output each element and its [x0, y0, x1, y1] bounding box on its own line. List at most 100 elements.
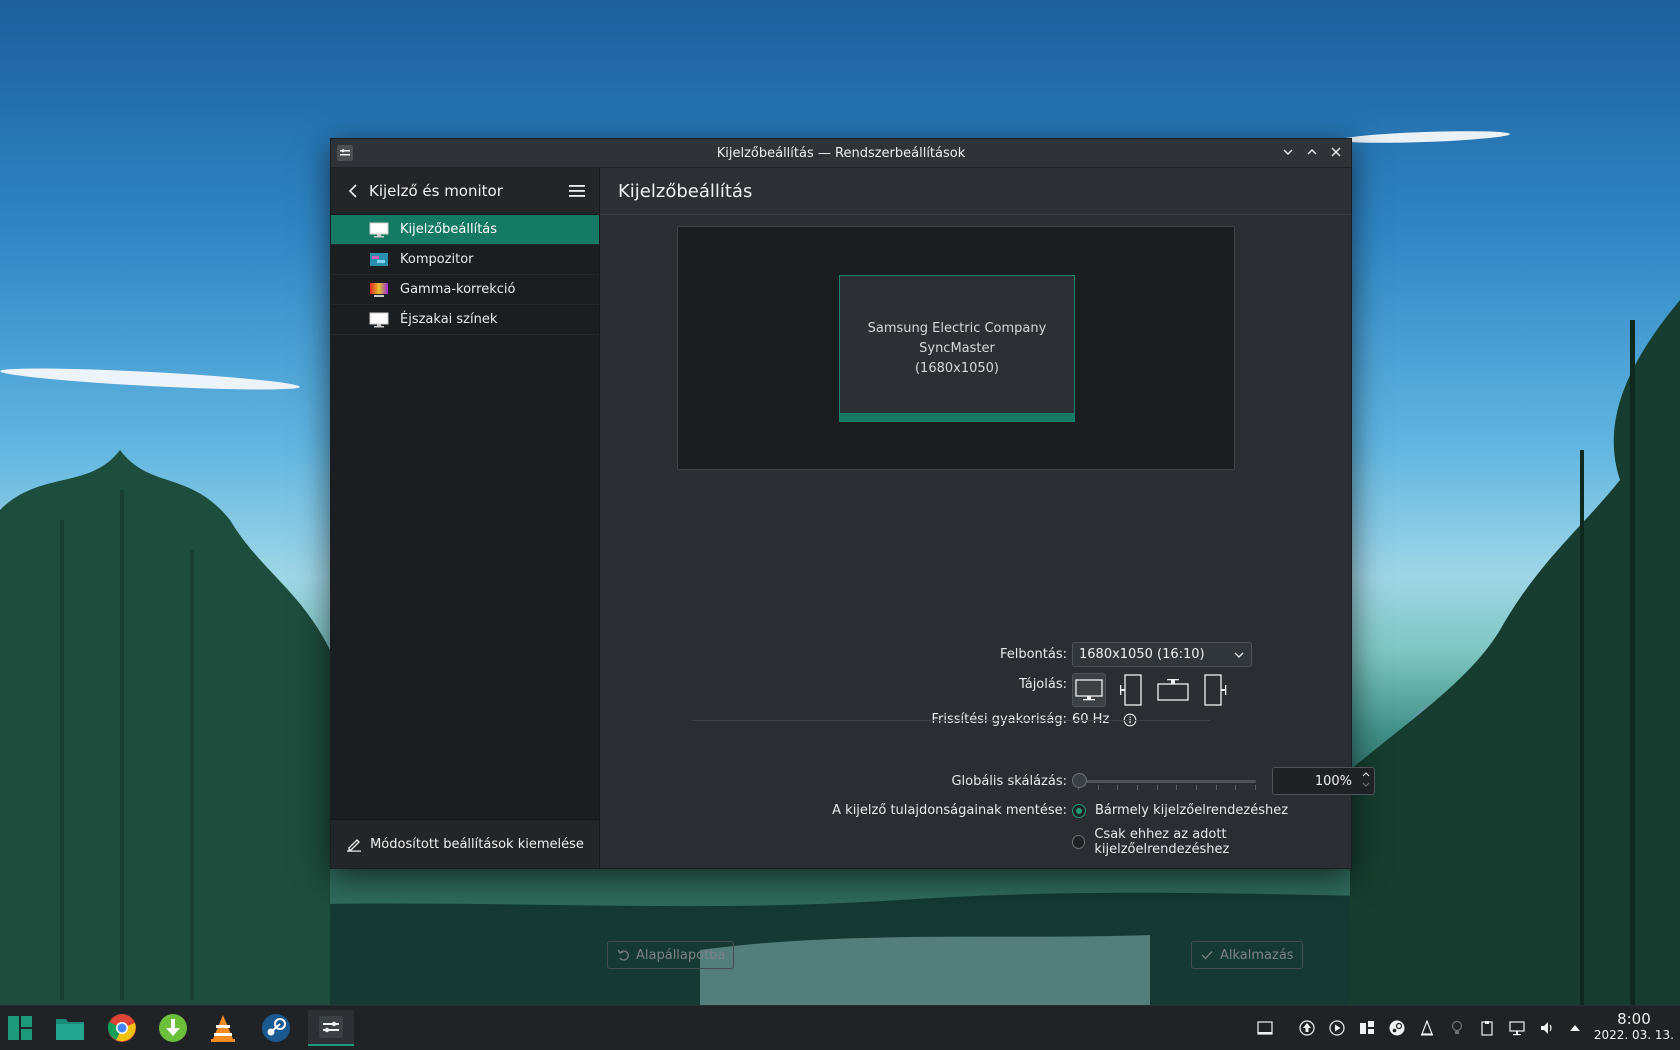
spin-up-icon[interactable]: [1361, 770, 1371, 779]
sidebar-header: Kijelző és monitor: [331, 168, 599, 215]
trees-right: [1350, 300, 1680, 1010]
pencil-icon: [347, 839, 362, 852]
page-title: Kijelzőbeállítás: [618, 180, 753, 202]
monitor-landscape-icon: [1075, 679, 1103, 701]
chevron-down-icon: [1234, 652, 1244, 658]
play-icon: [1329, 1020, 1345, 1036]
minimize-button[interactable]: [1279, 143, 1297, 161]
tray-updates[interactable]: [1298, 1019, 1316, 1037]
back-button[interactable]: [343, 181, 363, 201]
monitor-preview[interactable]: Samsung Electric Company SyncMaster (168…: [839, 275, 1075, 422]
gamma-icon: [370, 282, 388, 297]
radio-any-layout-label: Bármely kijelzőelrendezéshez: [1095, 803, 1289, 818]
global-scale-label: Globális skálázás:: [951, 773, 1067, 789]
tray-expand-button[interactable]: [1566, 1019, 1584, 1037]
close-button[interactable]: [1327, 143, 1345, 161]
orientation-label: Tájolás:: [1018, 677, 1067, 692]
tray-vlc[interactable]: [1418, 1019, 1436, 1037]
resolution-value: 1680x1050 (16:10): [1079, 647, 1205, 662]
highlight-changed-settings-button[interactable]: Módosított beállítások kiemelése: [346, 836, 584, 852]
orientation-landscape-button[interactable]: [1072, 673, 1106, 707]
clock-date: 2022. 03. 13.: [1593, 1028, 1674, 1042]
slider-handle[interactable]: [1072, 773, 1087, 788]
orientation-inverted-button[interactable]: [1156, 673, 1190, 707]
tray-night-light[interactable]: [1448, 1019, 1466, 1037]
network-wired-icon: [1509, 1021, 1525, 1036]
hamburger-menu-button[interactable]: [567, 181, 587, 201]
application-launcher[interactable]: [2, 1010, 38, 1046]
taskbar-system-settings[interactable]: [308, 1010, 354, 1046]
clock-time: 8:00: [1617, 1010, 1651, 1028]
monitor-portrait-right-icon: [1204, 674, 1227, 706]
maximize-button[interactable]: [1303, 143, 1321, 161]
chrome-icon: [107, 1014, 136, 1042]
hamburger-icon: [569, 185, 585, 197]
sidebar-footer: Módosított beállítások kiemelése: [331, 819, 599, 868]
monitor-icon: [369, 222, 389, 237]
spin-down-icon[interactable]: [1361, 780, 1371, 789]
global-scale-value: 100%: [1314, 773, 1352, 789]
undo-icon: [617, 949, 629, 961]
digital-clock[interactable]: 8:00 2022. 03. 13.: [1594, 1010, 1674, 1043]
taskbar-file-manager[interactable]: [52, 1010, 88, 1046]
sidebar-item-display-config[interactable]: Kijelzőbeállítás: [331, 215, 599, 245]
vlc-tray-icon: [1421, 1020, 1433, 1036]
tray-steam[interactable]: [1388, 1019, 1406, 1037]
steam-icon: [262, 1014, 290, 1042]
apply-button-label: Alkalmazás: [1220, 947, 1294, 963]
night-color-icon: [369, 312, 389, 327]
monitor-primary-bar: [840, 413, 1074, 421]
tray-volume[interactable]: [1538, 1019, 1556, 1037]
update-icon: [1299, 1020, 1315, 1036]
monitor-name: Samsung Electric Company SyncMaster: [867, 320, 1047, 356]
resolution-select[interactable]: 1680x1050 (16:10): [1072, 642, 1252, 667]
resolution-label: Felbontás:: [999, 647, 1067, 662]
screen-layout-preview: Samsung Electric Company SyncMaster (168…: [677, 226, 1235, 470]
footer-label: Módosított beállítások kiemelése: [370, 836, 584, 852]
window-titlebar[interactable]: Kijelzőbeállítás — Rendszerbeállítások: [331, 139, 1351, 168]
taskbar-steam[interactable]: [258, 1010, 294, 1046]
volume-icon: [1541, 1022, 1552, 1034]
reset-button[interactable]: Alapállapotba: [607, 941, 735, 969]
radio-any-layout[interactable]: [1072, 803, 1086, 818]
chevron-up-icon: [1307, 149, 1317, 155]
window-title: Kijelzőbeállítás — Rendszerbeállítások: [716, 145, 966, 161]
chevron-down-icon: [1283, 149, 1293, 155]
tray-clipboard[interactable]: [1478, 1019, 1496, 1037]
checkmark-icon: [1201, 951, 1213, 960]
orientation-portrait-right-button[interactable]: [1198, 673, 1232, 707]
trees-left: [0, 450, 330, 1010]
orientation-portrait-left-button[interactable]: [1114, 673, 1148, 707]
global-scale-slider[interactable]: [1072, 772, 1262, 790]
show-desktop-button[interactable]: [1256, 1019, 1274, 1037]
taskbar-vlc[interactable]: [205, 1010, 241, 1046]
compositor-icon: [370, 252, 388, 266]
sidebar-item-night-color[interactable]: Éjszakai színek: [331, 305, 599, 335]
settings-window: Kijelzőbeállítás — Rendszerbeállítások K…: [330, 138, 1375, 969]
chevron-left-icon: [348, 184, 357, 198]
clipboard-icon: [1481, 1021, 1493, 1036]
tray-network[interactable]: [1508, 1019, 1526, 1037]
download-icon: [159, 1014, 187, 1042]
vlc-icon: [211, 1015, 235, 1042]
steam-tray-icon: [1389, 1020, 1405, 1036]
arrow-up-icon: [1570, 1025, 1580, 1031]
taskbar-chrome[interactable]: [104, 1010, 140, 1046]
save-properties-label: A kijelző tulajdonságainak mentése:: [832, 803, 1067, 818]
close-icon: [1331, 147, 1341, 157]
apply-button[interactable]: Alkalmazás: [1191, 941, 1303, 969]
sidebar-item-label: Kompozitor: [400, 252, 474, 267]
tray-media-player[interactable]: [1328, 1019, 1346, 1037]
system-settings-icon: [319, 1016, 343, 1038]
global-scale-spinbox[interactable]: 100%: [1272, 767, 1375, 795]
sidebar-item-gamma[interactable]: Gamma-korrekció: [331, 275, 599, 305]
radio-only-this-layout-label: Csak ehhez az adott kijelzőelrendezéshez: [1094, 827, 1230, 857]
monitor-resolution: (1680x1050): [914, 360, 999, 376]
monitor-inverted-icon: [1157, 679, 1189, 701]
sidebar-item-compositor[interactable]: Kompozitor: [331, 245, 599, 275]
radio-only-this-layout[interactable]: [1072, 835, 1086, 849]
taskbar-downloader[interactable]: [155, 1010, 191, 1046]
tray-activity[interactable]: [1358, 1019, 1376, 1037]
main-header: Kijelzőbeállítás: [600, 168, 1351, 215]
sidebar-title: Kijelző és monitor: [369, 182, 503, 200]
